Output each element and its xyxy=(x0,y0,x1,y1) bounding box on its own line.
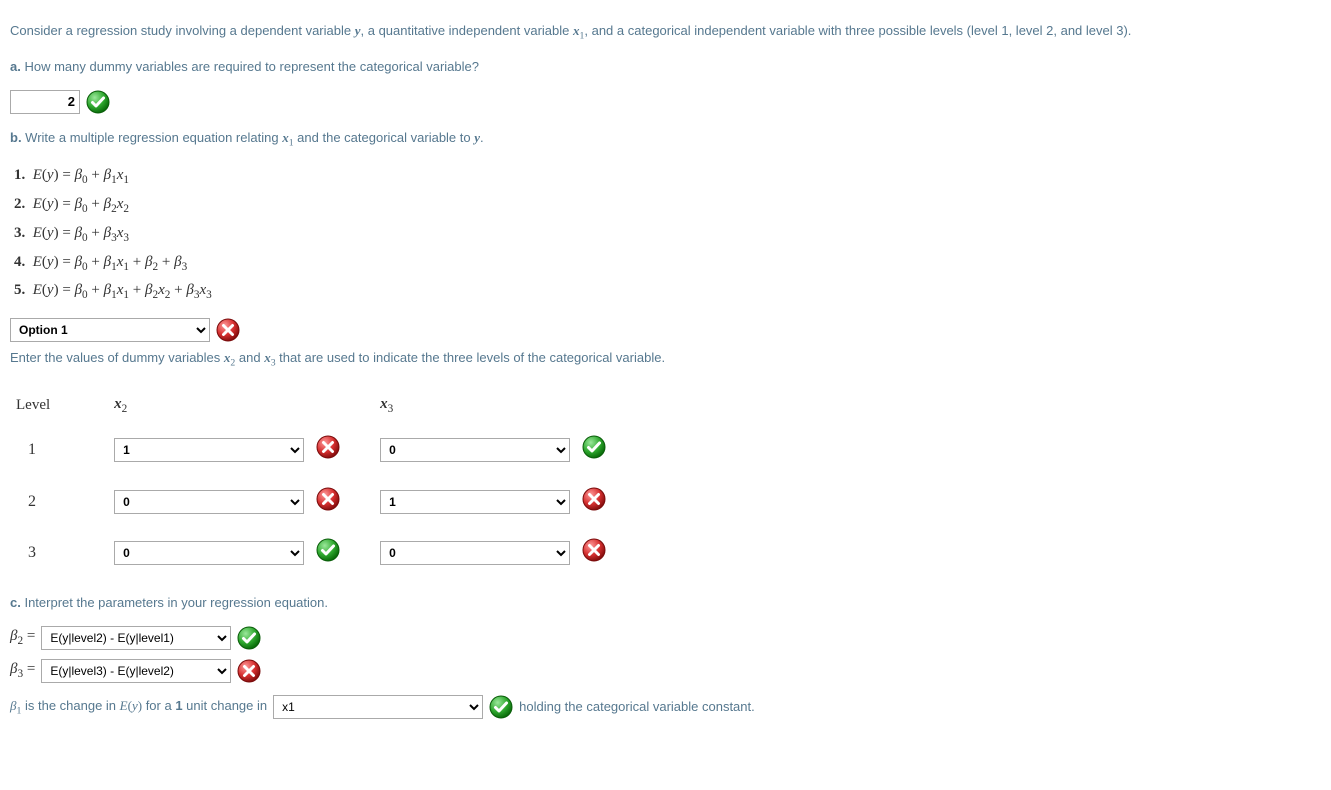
equation-option: E(y) = β0 + β2x2 xyxy=(14,193,1321,218)
cross-icon xyxy=(316,435,340,459)
equation-option: E(y) = β0 + β3x3 xyxy=(14,222,1321,247)
part-c-question: c. Interpret the parameters in your regr… xyxy=(10,593,1321,613)
check-icon xyxy=(316,538,340,562)
equation-option: E(y) = β0 + β1x1 + β2 + β3 xyxy=(14,251,1321,276)
beta3-select[interactable]: E(y|level3) - E(y|level2) xyxy=(41,659,231,683)
beta2-row: β2 = E(y|level2) - E(y|level1) xyxy=(10,625,1321,650)
equation-list: E(y) = β0 + β1x1 E(y) = β0 + β2x2 E(y) =… xyxy=(14,164,1321,304)
col-level: Level xyxy=(14,387,110,424)
cross-icon xyxy=(582,487,606,511)
beta2-select[interactable]: E(y|level2) - E(y|level1) xyxy=(41,626,231,650)
x3-select[interactable]: 1 xyxy=(380,490,570,514)
dummy-instruction: Enter the values of dummy variables x2 a… xyxy=(10,348,1321,371)
part-b-intro: b. Write a multiple regression equation … xyxy=(10,128,1321,151)
x3-select[interactable]: 0 xyxy=(380,541,570,565)
beta1-row: β1 is the change in E(y) for a 1 unit ch… xyxy=(10,695,1321,719)
beta2-label: β2 = xyxy=(10,625,35,650)
cross-icon xyxy=(316,487,340,511)
check-icon xyxy=(237,626,261,650)
intro-text: Consider a regression study involving a … xyxy=(10,21,1321,44)
x3-select[interactable]: 0 xyxy=(380,438,570,462)
part-a-question: a. How many dummy variables are required… xyxy=(10,57,1321,77)
x2-select[interactable]: 0 xyxy=(114,541,304,565)
col-x2: x2 xyxy=(112,387,312,424)
table-row: 2 0 1 xyxy=(14,477,642,527)
equation-option: E(y) = β0 + β1x1 + β2x2 + β3x3 xyxy=(14,279,1321,304)
table-row: 3 0 0 xyxy=(14,528,642,578)
cross-icon xyxy=(237,659,261,683)
equation-option: E(y) = β0 + β1x1 xyxy=(14,164,1321,189)
dummy-table: Level x2 x3 1 1 0 2 0 1 3 0 0 xyxy=(12,385,644,580)
cross-icon xyxy=(216,318,240,342)
check-icon xyxy=(582,435,606,459)
beta3-label: β3 = xyxy=(10,658,35,683)
table-row: 1 1 0 xyxy=(14,425,642,475)
check-icon xyxy=(86,90,110,114)
equation-select[interactable]: Option 1 xyxy=(10,318,210,342)
cross-icon xyxy=(582,538,606,562)
beta1-select[interactable]: x1 xyxy=(273,695,483,719)
col-x3: x3 xyxy=(378,387,578,424)
x2-select[interactable]: 1 xyxy=(114,438,304,462)
check-icon xyxy=(489,695,513,719)
part-a-input[interactable] xyxy=(10,90,80,114)
x2-select[interactable]: 0 xyxy=(114,490,304,514)
beta3-row: β3 = E(y|level3) - E(y|level2) xyxy=(10,658,1321,683)
